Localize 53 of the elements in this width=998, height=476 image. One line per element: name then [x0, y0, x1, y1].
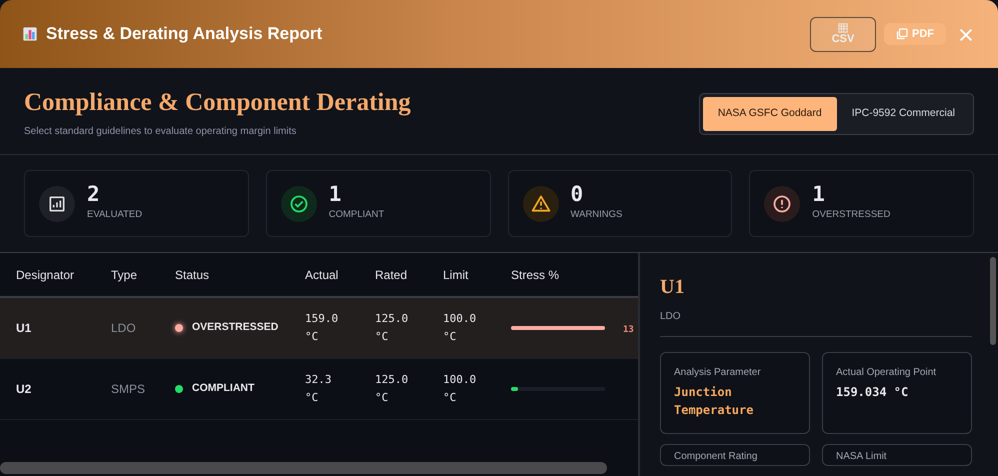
card-value: 159.034 °C: [836, 384, 910, 401]
alert-circle-icon: [772, 194, 792, 214]
stat-label: OVERSTRESSED: [812, 208, 890, 222]
standard-tab[interactable]: IPC-9592 Commercial: [836, 97, 970, 131]
type-cell-text: SMPS: [111, 381, 146, 398]
column-header: Type: [111, 266, 138, 284]
grid-icon: [838, 22, 848, 33]
table-row[interactable]: U2 SMPS COMPLIANT 32.3 °C 125.0 °C 100.0 °C: [0, 359, 638, 420]
actual-value: 32.3 °C: [305, 372, 332, 406]
warning-icon: [530, 194, 550, 214]
rated-value: 125.0 °C: [375, 311, 410, 345]
stat-label: WARNINGS: [570, 208, 622, 222]
close-icon: [958, 26, 974, 43]
bar-chart-icon: [22, 26, 38, 42]
detail-subtitle: LDO: [660, 309, 972, 337]
type-cell-text: LDO: [111, 320, 137, 337]
documents-icon: [896, 28, 908, 40]
chart-icon: [47, 194, 67, 214]
card-label: Component Rating: [674, 450, 758, 464]
card-value: Junction Temperature: [674, 384, 754, 419]
column-header: Status: [175, 266, 210, 284]
stress-value: 13: [623, 324, 634, 335]
column-header: Actual: [305, 266, 340, 284]
section-heading: Compliance & Component Derating: [24, 88, 411, 118]
column-header: Rated: [375, 266, 408, 284]
stat-label: EVALUATED: [87, 208, 142, 222]
report-title: Stress & Derating Analysis Report: [46, 23, 322, 46]
check-circle-icon: [288, 194, 309, 214]
standard-tab[interactable]: NASA GSFC Goddard: [702, 97, 837, 131]
stat-value: 1: [812, 184, 826, 206]
detail-title: U1: [660, 275, 686, 299]
table-row[interactable]: U1 LDO OVERSTRESSED 159.0 °C 125.0 °C 100.0 °C 13: [0, 298, 638, 359]
actual-value: 159.0 °C: [305, 311, 340, 345]
status-label: COMPLIANT: [192, 381, 254, 396]
designator-cell-text: U1: [16, 320, 32, 337]
limit-value: 100.0 °C: [443, 372, 478, 406]
limit-value: 100.0 °C: [443, 311, 478, 345]
stat-value: 2: [87, 184, 101, 206]
horizontal-scrollbar[interactable]: [0, 462, 607, 474]
card-label: Actual Operating Point: [836, 366, 938, 380]
stat-value: 0: [570, 184, 584, 206]
status-label: OVERSTRESSED: [192, 320, 278, 336]
rated-value: 125.0 °C: [375, 372, 410, 406]
section-subtitle: Select standard guidelines to evaluate operating margin limits: [24, 125, 298, 139]
stat-label: COMPLIANT: [328, 208, 384, 222]
column-header: Limit: [443, 266, 470, 284]
vertical-scrollbar[interactable]: [990, 257, 996, 345]
card-label: NASA Limit: [836, 450, 888, 464]
column-header: Stress %: [511, 266, 560, 284]
stat-value: 1: [328, 184, 342, 206]
column-header: Designator: [16, 266, 76, 284]
card-label: Analysis Parameter: [674, 366, 762, 380]
designator-cell-text: U2: [16, 381, 32, 398]
